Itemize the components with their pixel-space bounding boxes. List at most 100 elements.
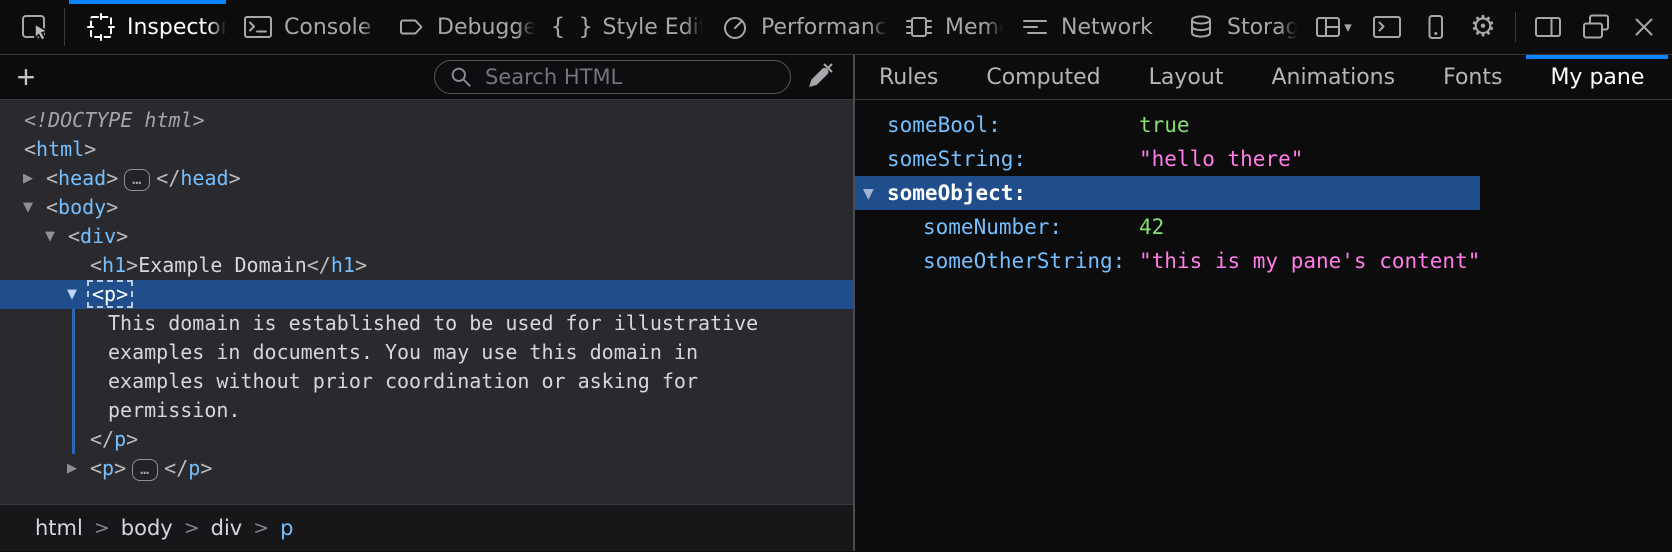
toolbox-buttons: ▾⚙	[1307, 0, 1672, 54]
pane-row-someNumber[interactable]: someNumber:42	[855, 210, 1480, 244]
tab-label: Style Editor	[603, 15, 703, 40]
tab-debugger[interactable]: Debugger	[379, 0, 535, 54]
add-node-icon: +	[17, 59, 36, 96]
breadcrumb-separator-icon: >	[182, 517, 202, 539]
markup-line[interactable]: <html>	[0, 135, 853, 164]
breadcrumb-separator-icon: >	[251, 517, 271, 539]
inspector-icon	[85, 11, 117, 43]
pane-property-value: true	[1139, 113, 1190, 137]
memory-icon	[903, 11, 935, 43]
sidebar-tab-layout[interactable]: Layout	[1125, 55, 1248, 99]
pane-tree: someBool:truesomeString:"hello there"▼so…	[855, 108, 1480, 278]
markup-line[interactable]: <h1>Example Domain</h1>	[0, 251, 853, 280]
dock-side-icon	[1532, 11, 1564, 43]
markup-line[interactable]: examples in documents. You may use this …	[0, 338, 853, 367]
breadcrumb-item-body[interactable]: body	[112, 516, 182, 540]
sidebar-tab-rules[interactable]: Rules	[855, 55, 962, 99]
sidebar-tab-animations[interactable]: Animations	[1247, 55, 1419, 99]
settings-gear-button[interactable]: ⚙	[1463, 7, 1503, 47]
expand-arrow-icon[interactable]: ▶	[67, 454, 77, 483]
pane-property-value: "this is my pane's content"	[1139, 249, 1480, 273]
pane-row-someBool[interactable]: someBool:true	[855, 108, 1480, 142]
markup-toolbar: +	[0, 55, 853, 100]
markup-view: <!DOCTYPE html><html>▶<head>…</head>▼<bo…	[0, 100, 853, 504]
sidebar-tab-computed[interactable]: Computed	[962, 55, 1124, 99]
sidebar-tab-fonts[interactable]: Fonts	[1419, 55, 1526, 99]
responsive-mode-icon	[1419, 11, 1451, 43]
tab-label: Performance	[761, 15, 887, 40]
tab-memory[interactable]: Memory	[887, 0, 1003, 54]
collapse-arrow-icon[interactable]: ▼	[863, 177, 874, 211]
markup-line[interactable]: </p>	[0, 425, 853, 454]
tab-label: Console	[284, 15, 379, 40]
console-icon	[242, 11, 274, 43]
toolbox-tabs: Inspector Console Debugger { } Style Editor P…	[69, 0, 1297, 54]
add-node-button[interactable]: +	[4, 58, 48, 97]
pane-property-name: someNumber:	[923, 210, 1139, 244]
responsive-mode-button[interactable]	[1415, 7, 1455, 47]
node-picker-button[interactable]	[12, 0, 60, 54]
breadcrumb-item-div[interactable]: div	[202, 516, 252, 540]
markup-line[interactable]: examples without prior coordination or a…	[0, 367, 853, 396]
search-icon	[447, 63, 475, 91]
markup-line[interactable]: ▼<body>	[0, 193, 853, 222]
breadcrumb-item-html[interactable]: html	[26, 516, 92, 540]
chevron-down-icon: ▾	[1344, 18, 1352, 36]
tab-console[interactable]: Console	[226, 0, 379, 54]
selected-node-tag: <p>	[87, 280, 133, 308]
close-button[interactable]	[1624, 7, 1664, 47]
ellipsis-badge[interactable]: …	[132, 459, 158, 481]
pane-row-someString[interactable]: someString:"hello there"	[855, 142, 1480, 176]
tab-performance[interactable]: Performance	[703, 0, 887, 54]
performance-icon	[719, 11, 751, 43]
toolbar-separator	[64, 8, 65, 46]
eyedropper-button[interactable]	[797, 59, 841, 95]
layout-dropdown-button[interactable]: ▾	[1307, 7, 1359, 47]
tab-inspector[interactable]: Inspector	[69, 0, 226, 54]
debugger-icon	[395, 11, 427, 43]
pane-property-value: 42	[1139, 215, 1164, 239]
markup-line-selected[interactable]: ▼ <p>	[0, 280, 853, 309]
markup-line[interactable]: ▶<head>…</head>	[0, 164, 853, 193]
collapse-arrow-icon[interactable]: ▼	[67, 280, 77, 309]
markup-line[interactable]: <!DOCTYPE html>	[0, 106, 853, 135]
breadcrumb-item-p[interactable]: p	[271, 516, 302, 540]
settings-gear-icon: ⚙	[1470, 13, 1496, 42]
pane-property-name: someString:	[887, 142, 1139, 176]
tab-label: Storage	[1227, 15, 1297, 40]
collapse-arrow-icon[interactable]: ▼	[23, 193, 33, 222]
markup-line[interactable]: This domain is established to be used fo…	[0, 309, 853, 338]
tab-storage[interactable]: Storage	[1169, 0, 1297, 54]
breadcrumb: html>body>div>p	[0, 504, 853, 551]
tab-network[interactable]: Network	[1003, 0, 1169, 54]
markup-line[interactable]: permission.	[0, 396, 853, 425]
storage-icon	[1185, 11, 1217, 43]
split-console-button[interactable]	[1367, 7, 1407, 47]
sidebar-tabs: RulesComputedLayoutAnimationsFontsMy pan…	[855, 55, 1672, 100]
devtools-toolbar: Inspector Console Debugger { } Style Editor P…	[0, 0, 1672, 55]
toolbox-body: +	[0, 55, 1672, 551]
dock-side-button[interactable]	[1528, 7, 1568, 47]
search-html-box[interactable]	[434, 60, 791, 94]
pane-property-name: someBool:	[887, 108, 1139, 142]
tab-label: Debugger	[437, 15, 535, 40]
pane-row-someObject[interactable]: ▼ someObject:	[855, 176, 1480, 210]
markup-line[interactable]: ▶<p>…</p>	[0, 454, 853, 483]
markup-line[interactable]: ▼<div>	[0, 222, 853, 251]
my-pane-content: someBool:truesomeString:"hello there"▼so…	[855, 100, 1672, 551]
separate-window-button[interactable]	[1576, 7, 1616, 47]
sidebar-panel: RulesComputedLayoutAnimationsFontsMy pan…	[855, 55, 1672, 551]
sidebar-tab-my-pane[interactable]: My pane	[1526, 55, 1668, 99]
inspector-panel: +	[0, 55, 855, 551]
expand-arrow-icon[interactable]: ▶	[23, 164, 33, 193]
pane-row-someOtherString[interactable]: someOtherString:"this is my pane's conte…	[855, 244, 1480, 278]
style-editor-icon: { }	[551, 14, 593, 40]
pane-property-name: someObject:	[887, 176, 1026, 210]
tab-label: Network	[1061, 15, 1169, 40]
collapse-arrow-icon[interactable]: ▼	[45, 222, 55, 251]
search-html-input[interactable]	[483, 64, 778, 90]
ellipsis-badge[interactable]: …	[124, 169, 150, 191]
tab-label: Memory	[945, 15, 1003, 40]
devtools-window: Inspector Console Debugger { } Style Editor P…	[0, 0, 1672, 552]
tab-style-editor[interactable]: { } Style Editor	[535, 0, 703, 54]
